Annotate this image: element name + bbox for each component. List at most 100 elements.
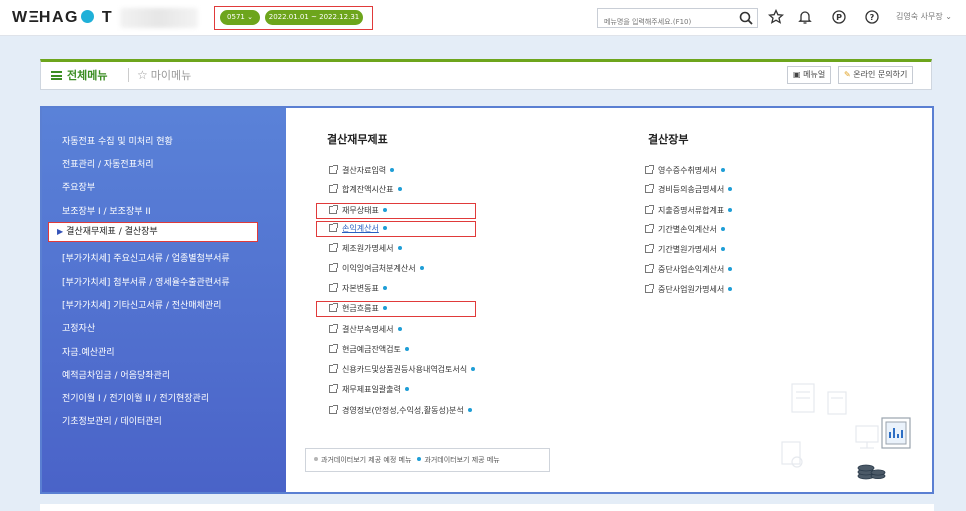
data-provided-dot xyxy=(728,287,733,291)
menu-item[interactable]: 자본변동표 xyxy=(329,283,387,294)
menu-item[interactable]: 합계잔액시산표 xyxy=(329,184,402,195)
data-provided-dot xyxy=(397,246,402,250)
open-window-icon xyxy=(329,384,338,393)
data-provided-dot xyxy=(720,227,725,231)
menu-item-label: 지출증명서류합계표 xyxy=(658,206,725,215)
tab-all-menu[interactable]: 전체메뉴 xyxy=(51,67,107,83)
favorite-star-icon[interactable] xyxy=(768,9,784,25)
tab-my-menu[interactable]: ☆ 마이메뉴 xyxy=(137,67,191,83)
open-window-icon xyxy=(645,244,654,253)
menu-item[interactable]: 현금예금잔액검토 xyxy=(329,344,409,355)
sidebar-active-label: 결산재무제표 / 결산장부 xyxy=(66,227,158,237)
manual-label: 메뉴얼 xyxy=(803,70,826,79)
menu-item[interactable]: 제조원가명세서 xyxy=(329,243,402,254)
menu-item[interactable]: 중단사업원가명세서 xyxy=(645,284,733,295)
data-provided-dot xyxy=(728,208,733,212)
menu-item[interactable]: 기간별손익계산서 xyxy=(645,224,725,235)
menu-item-label: 기간별원가명세서 xyxy=(658,245,717,254)
open-window-icon xyxy=(645,224,654,233)
sidebar-item[interactable]: 고정자산 xyxy=(62,321,95,334)
menu-item-label: 현금예금잔액검토 xyxy=(342,345,401,354)
decorative-illustration xyxy=(781,383,911,480)
user-menu[interactable]: 김영숙 사무장 ⌄ xyxy=(896,11,952,22)
sidebar-item-active[interactable]: ▶ 결산재무제표 / 결산장부 xyxy=(48,222,258,242)
tab-all-label: 전체메뉴 xyxy=(67,69,108,82)
menu-item[interactable]: 현금흐름표 xyxy=(329,303,387,314)
manual-button[interactable]: ▣ 메뉴얼 xyxy=(787,66,832,84)
fiscal-period-badge[interactable]: 2022.01.01 ~ 2022.12.31 xyxy=(265,10,363,25)
pencil-icon: ✎ xyxy=(844,70,851,79)
menu-item-label: 중단사업손익계산서 xyxy=(658,265,725,274)
wehago-logo[interactable]: WΞHAG T xyxy=(12,9,113,27)
sidebar-item[interactable]: 전표관리 / 자동전표처리 xyxy=(62,157,154,170)
online-inquiry-button[interactable]: ✎ 온라인 문의하기 xyxy=(838,66,914,84)
data-provided-dot xyxy=(382,208,387,212)
search-icon[interactable] xyxy=(738,10,754,26)
sidebar-item[interactable]: 자금.예산관리 xyxy=(62,345,115,358)
menu-item-label: 재무제표일괄출력 xyxy=(342,385,401,394)
menu-item[interactable]: 경영정보(안정성,수익성,활동성)분석 xyxy=(329,405,472,416)
category-sidebar: 자동전표 수집 및 미처리 현황 전표관리 / 자동전표처리 주요장부 보조장부… xyxy=(42,108,286,492)
sidebar-item[interactable]: [부가가치세] 주요신고서류 / 업종별첨부서류 xyxy=(62,251,230,264)
point-icon[interactable]: P xyxy=(831,9,847,25)
menu-item[interactable]: 손익계산서 xyxy=(329,223,387,234)
notification-bell-icon[interactable] xyxy=(797,9,813,25)
menu-item[interactable]: 신용카드및상품권등사용내역검토서식 xyxy=(329,364,476,375)
logo-circle-icon xyxy=(80,10,94,23)
menu-panel: 자동전표 수집 및 미처리 현황 전표관리 / 자동전표처리 주요장부 보조장부… xyxy=(40,106,934,494)
sidebar-item[interactable]: [부가가치세] 첨부서류 / 영세율수출관련서류 xyxy=(62,275,230,288)
menu-item[interactable]: 영수증수취명세서 xyxy=(645,165,725,176)
column-title-financial-statements: 결산재무제표 xyxy=(327,133,388,146)
sidebar-item[interactable]: [부가가치세] 기타신고서류 / 전산매체관리 xyxy=(62,298,221,311)
data-provided-dot xyxy=(404,347,409,351)
company-code-label: 0571 xyxy=(227,13,245,21)
sidebar-item[interactable]: 주요장부 xyxy=(62,180,95,193)
data-provided-dot xyxy=(397,187,402,191)
menu-item[interactable]: 경비등의송금명세서 xyxy=(645,184,733,195)
blue-dot-icon xyxy=(417,457,422,461)
company-code-dropdown[interactable]: 0571 ⌄ xyxy=(220,10,260,25)
open-window-icon xyxy=(645,184,654,193)
legend-box: 과거데이터보기 제공 예정 메뉴 과거데이터보기 제공 메뉴 xyxy=(305,448,550,472)
open-window-icon xyxy=(329,184,338,193)
sidebar-item[interactable]: 전기이월 I / 전기이월 II / 전기현장관리 xyxy=(62,391,209,404)
menu-search-input[interactable] xyxy=(598,13,730,31)
menu-tab-bar: 전체메뉴 ☆ 마이메뉴 ▣ 메뉴얼 ✎ 온라인 문의하기 xyxy=(40,59,932,90)
column-title-closing-books: 결산장부 xyxy=(648,133,689,146)
data-provided-dot xyxy=(382,286,387,290)
data-provided-dot xyxy=(720,168,725,172)
data-provided-dot xyxy=(397,327,402,331)
top-bar: WΞHAG T 0571 ⌄ 2022.01.01 ~ 2022.12.31 P… xyxy=(0,0,966,36)
data-provided-dot xyxy=(467,408,472,412)
data-provided-dot xyxy=(471,367,476,371)
menu-item-label: 영수증수취명세서 xyxy=(658,166,717,175)
menu-item[interactable]: 재무상태표 xyxy=(329,205,387,216)
open-window-icon xyxy=(329,405,338,414)
menu-item-label: 현금흐름표 xyxy=(342,304,379,313)
open-window-icon xyxy=(645,284,654,293)
sidebar-item[interactable]: 기초정보관리 / 데이터관리 xyxy=(62,414,162,427)
menu-item[interactable]: 지출증명서류합계표 xyxy=(645,205,733,216)
data-provided-dot xyxy=(728,187,733,191)
blurred-company-name xyxy=(120,8,198,28)
data-provided-dot xyxy=(390,168,395,172)
legend-provided-label: 과거데이터보기 제공 메뉴 xyxy=(424,456,500,464)
menu-item-label: 기간별손익계산서 xyxy=(658,225,717,234)
menu-item[interactable]: 결산부속명세서 xyxy=(329,324,402,335)
menu-item[interactable]: 이익잉여금처분계산서 xyxy=(329,263,424,274)
open-window-icon xyxy=(329,263,338,272)
hamburger-icon xyxy=(51,71,62,80)
help-icon[interactable]: ? xyxy=(864,9,880,25)
menu-item-label: 손익계산서 xyxy=(342,224,379,233)
menu-item[interactable]: 기간별원가명세서 xyxy=(645,244,725,255)
data-provided-dot xyxy=(382,306,387,310)
menu-item[interactable]: 중단사업손익계산서 xyxy=(645,264,733,275)
user-name: 김영숙 사무장 xyxy=(896,12,943,21)
menu-item[interactable]: 재무제표일괄출력 xyxy=(329,384,409,395)
menu-item-label: 중단사업원가명세서 xyxy=(658,285,725,294)
sidebar-item[interactable]: 보조장부 I / 보조장부 II xyxy=(62,204,151,217)
sidebar-item[interactable]: 예적금차입금 / 어음당좌관리 xyxy=(62,368,170,381)
menu-item[interactable]: 결산자료입력 xyxy=(329,165,395,176)
sidebar-item[interactable]: 자동전표 수집 및 미처리 현황 xyxy=(62,134,173,147)
open-window-icon xyxy=(329,303,338,312)
